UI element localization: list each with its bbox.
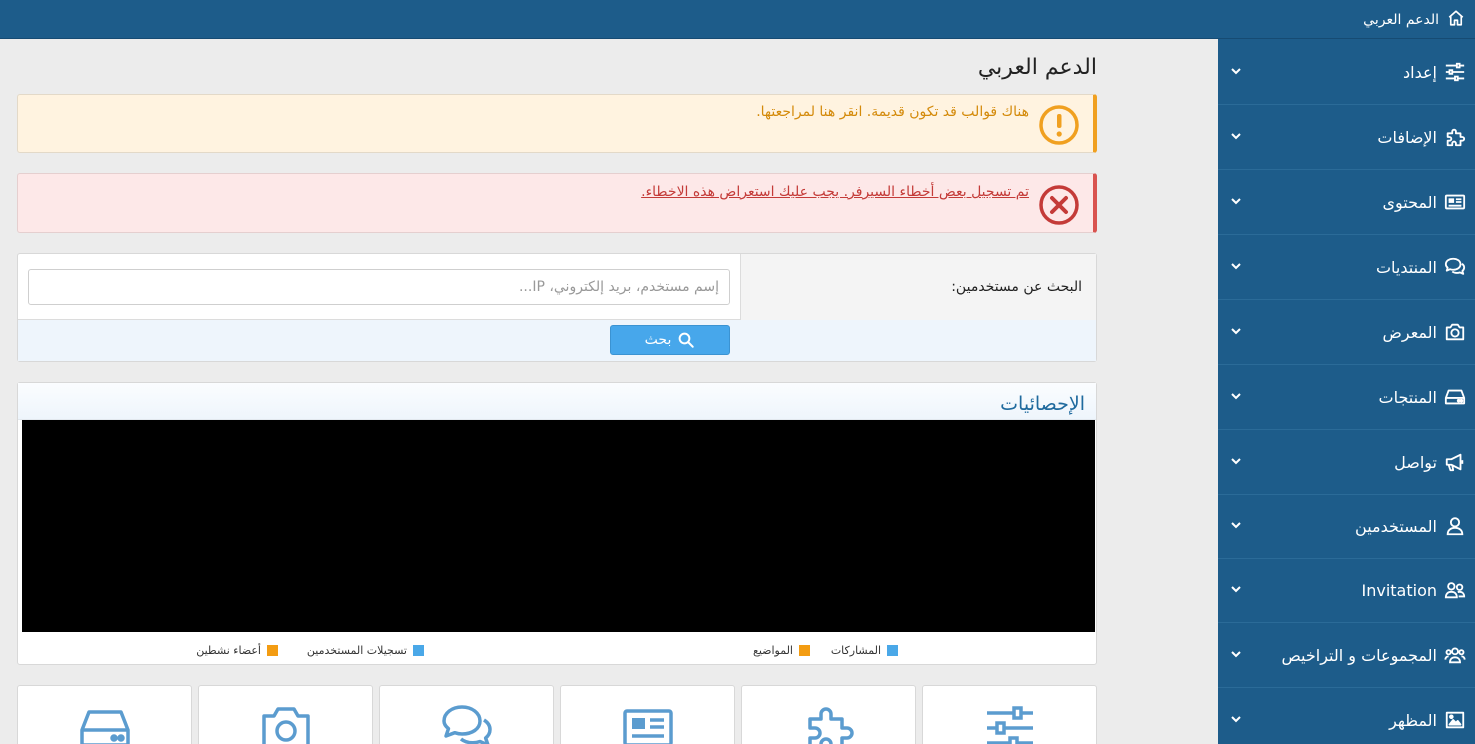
legend-item-posts[interactable]: المشاركات (831, 644, 898, 657)
sidebar-item-label: إعداد (1403, 62, 1437, 82)
search-button-label: بحث (644, 332, 672, 348)
exclamation-circle-icon (1039, 105, 1079, 145)
image-icon (1443, 708, 1467, 732)
sidebar-item-label: المحتوى (1382, 192, 1437, 212)
sidebar-item-communicate[interactable]: تواصل (1218, 430, 1475, 495)
sidebar-item-groups-permissions[interactable]: المجموعات و التراخيص (1218, 623, 1475, 688)
sidebar-item-appearance[interactable]: المظهر (1218, 688, 1475, 744)
user-icon (1443, 514, 1467, 538)
chevron-down-icon[interactable] (1230, 519, 1242, 531)
sidebar-item-label: الإضافات (1377, 127, 1437, 147)
user-friends-icon (1443, 578, 1467, 602)
sidebar: إعداد الإضافات المحتوى المنتديات المعرض … (1218, 39, 1475, 744)
statistics-title: الإحصائيات (1000, 393, 1085, 415)
search-footer: بحث (18, 320, 1096, 361)
sidebar-item-addons[interactable]: الإضافات (1218, 105, 1475, 170)
users-icon (1443, 643, 1467, 667)
statistics-panel: الإحصائيات المشاركات المواضيع تسجيلات ال… (17, 382, 1097, 665)
server-errors-alert[interactable]: تم تسجيل بعض أخطاء السيرفر. يجب عليك است… (17, 173, 1097, 233)
legend-item-active-members[interactable]: أعضاء نشطين (196, 644, 278, 657)
comments-icon (441, 705, 492, 744)
megaphone-icon (1443, 450, 1467, 474)
sliders-icon (986, 706, 1033, 744)
comments-icon (1443, 255, 1467, 279)
camera-icon (1443, 320, 1467, 344)
legend-item-threads[interactable]: المواضيع (753, 644, 810, 657)
legend-swatch (413, 645, 424, 656)
tile-setup[interactable] (922, 685, 1097, 744)
puzzle-icon (1443, 125, 1467, 149)
legend-label: المواضيع (752, 644, 793, 657)
sidebar-item-label: المجموعات و التراخيص (1281, 645, 1437, 665)
chevron-down-icon[interactable] (1230, 713, 1242, 725)
chevron-down-icon[interactable] (1230, 195, 1242, 207)
tile-content[interactable] (560, 685, 735, 744)
statistics-chart-area (22, 420, 1095, 632)
search-input[interactable] (28, 269, 730, 305)
newspaper-icon (1443, 190, 1467, 214)
chevron-down-icon[interactable] (1230, 260, 1242, 272)
sliders-icon (1443, 60, 1467, 84)
sidebar-item-users[interactable]: المستخدمين (1218, 494, 1475, 559)
legend-swatch (887, 645, 898, 656)
hdd-icon (79, 710, 130, 744)
chevron-down-icon[interactable] (1230, 325, 1242, 337)
sidebar-item-products[interactable]: المنتجات (1218, 365, 1475, 430)
sidebar-item-label: المظهر (1389, 710, 1437, 730)
sidebar-item-forums[interactable]: المنتديات (1218, 235, 1475, 300)
legend-label: المشاركات (830, 644, 881, 657)
chevron-down-icon[interactable] (1230, 65, 1242, 77)
times-circle-icon (1039, 185, 1079, 225)
sidebar-item-gallery[interactable]: المعرض (1218, 300, 1475, 365)
hdd-icon (1443, 385, 1467, 409)
chevron-down-icon[interactable] (1230, 390, 1242, 402)
search-icon (678, 332, 695, 348)
home-label: الدعم العربي (1363, 12, 1439, 28)
warning-text[interactable]: هناك قوالب قد تكون قديمة. انقر هنا لمراج… (756, 104, 1029, 120)
sidebar-item-content[interactable]: المحتوى (1218, 170, 1475, 235)
puzzle-icon (807, 707, 854, 744)
home-link[interactable]: الدعم العربي (1363, 10, 1465, 30)
top-bar: الدعم العربي (0, 0, 1475, 39)
search-label: البحث عن مستخدمين: (740, 254, 1096, 320)
legend-swatch (267, 645, 278, 656)
home-icon (1447, 9, 1465, 31)
tile-products[interactable] (17, 685, 192, 744)
sidebar-item-label: Invitation (1361, 580, 1438, 600)
search-button[interactable]: بحث (610, 325, 730, 355)
sidebar-item-invitation[interactable]: Invitation (1218, 558, 1475, 623)
page-title: الدعم العربي (977, 55, 1097, 80)
error-link[interactable]: تم تسجيل بعض أخطاء السيرفر. يجب عليك است… (641, 184, 1029, 200)
outdated-templates-alert[interactable]: هناك قوالب قد تكون قديمة. انقر هنا لمراج… (17, 94, 1097, 153)
sidebar-item-label: تواصل (1394, 452, 1437, 472)
sidebar-item-label: المستخدمين (1355, 516, 1437, 536)
chevron-down-icon[interactable] (1230, 130, 1242, 142)
sidebar-item-label: المعرض (1382, 322, 1437, 342)
legend-item-user-registrations[interactable]: تسجيلات المستخدمين (307, 644, 424, 657)
sidebar-item-label: المنتديات (1375, 257, 1437, 277)
camera-icon (261, 707, 310, 744)
tile-addons[interactable] (741, 685, 916, 744)
tile-forums[interactable] (379, 685, 554, 744)
user-search-panel: البحث عن مستخدمين: بحث (17, 253, 1097, 362)
chevron-down-icon[interactable] (1230, 455, 1242, 467)
newspaper-icon (622, 709, 673, 744)
search-row: البحث عن مستخدمين: (18, 254, 1096, 320)
legend-label: تسجيلات المستخدمين (306, 644, 407, 657)
chevron-down-icon[interactable] (1230, 648, 1242, 660)
legend-label: أعضاء نشطين (196, 644, 261, 657)
statistics-header: الإحصائيات (18, 383, 1096, 420)
legend-swatch (799, 645, 810, 656)
tile-gallery[interactable] (198, 685, 373, 744)
sidebar-item-label: المنتجات (1378, 387, 1438, 407)
chevron-down-icon[interactable] (1230, 583, 1242, 595)
sidebar-item-setup[interactable]: إعداد (1218, 40, 1475, 105)
